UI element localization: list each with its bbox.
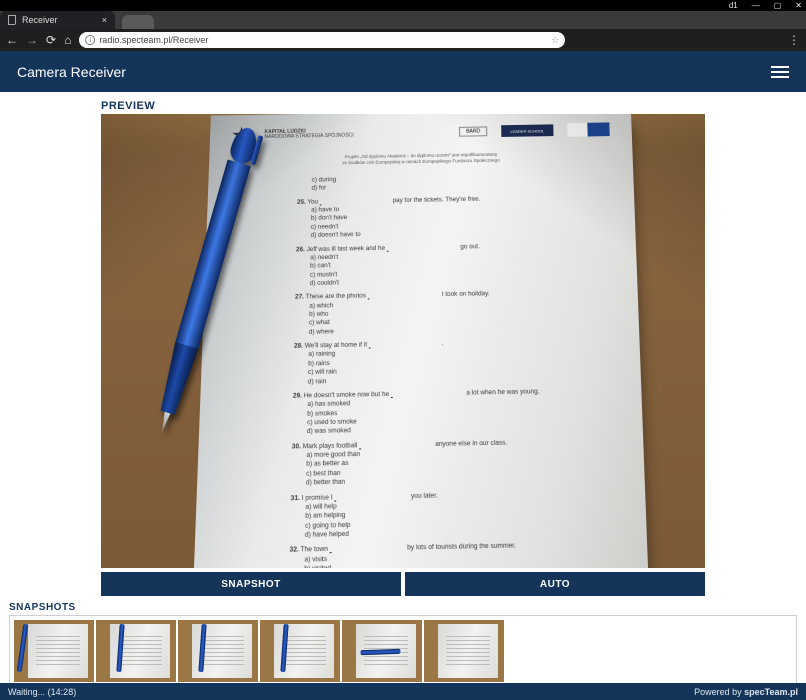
question-list: c) duringd) for25. You pay for the ticke…: [288, 172, 605, 568]
snapshot-button[interactable]: SNAPSHOT: [101, 572, 401, 596]
preview-label: PREVIEW: [101, 98, 705, 114]
logo-text-1-sub: NARODOWA STRATEGIA SPÓJNOŚCI: [264, 134, 353, 140]
snapshots-strip[interactable]: [9, 615, 797, 685]
workspace: PREVIEW KAPITAŁ LUDZKI NARODOWA STRATEGI…: [0, 92, 806, 685]
url-bar[interactable]: i radio.specteam.pl/Receiver ☆: [79, 32, 565, 48]
browser-toolbar: ← → ⟳ ⌂ i radio.specteam.pl/Receiver ☆ ⋮: [0, 29, 806, 51]
app-title: Camera Receiver: [17, 64, 126, 80]
question: 28. We'll stay at home if it .a) raining…: [293, 337, 599, 387]
status-text: Waiting... (14:28): [8, 687, 76, 697]
question: c) duringd) for: [297, 172, 593, 194]
question: 31. I promise I you later.a) will helpb)…: [290, 488, 604, 540]
browser-menu-button[interactable]: ⋮: [788, 33, 800, 47]
os-titlebar: d1 — ▢ ✕: [0, 0, 806, 11]
os-minimize-button[interactable]: —: [752, 2, 760, 10]
brand-link[interactable]: specTeam.pl: [744, 687, 798, 697]
nav-forward-button[interactable]: →: [26, 33, 38, 47]
question: 27. These are the photos I took on holid…: [294, 289, 598, 338]
os-account-icon: d1: [729, 2, 738, 10]
camera-preview: KAPITAŁ LUDZKI NARODOWA STRATEGIA SPÓJNO…: [101, 114, 705, 568]
browser-tabstrip: Receiver ×: [0, 11, 806, 29]
leader-school-logo: LEADER SCHOOL: [501, 124, 553, 137]
paper-subtitle: Projekt „Od dyplomu Akademii – do dyplom…: [209, 149, 633, 168]
snapshot-thumbnail[interactable]: [14, 620, 94, 682]
nav-back-button[interactable]: ←: [6, 33, 18, 47]
snapshot-thumbnail[interactable]: [424, 620, 504, 682]
question: 32. The town by lots of tourists during …: [289, 541, 606, 568]
auto-button[interactable]: AUTO: [405, 572, 705, 596]
browser-tab-active[interactable]: Receiver ×: [0, 11, 115, 29]
nav-home-button[interactable]: ⌂: [64, 33, 71, 47]
document-paper: KAPITAŁ LUDZKI NARODOWA STRATEGIA SPÓJNO…: [190, 114, 651, 568]
question: 26. Jeff was ill last week and he go out…: [295, 241, 596, 289]
question: 25. You pay for the tickets. They're fre…: [296, 193, 594, 240]
os-maximize-button[interactable]: ▢: [774, 2, 782, 10]
question: 30. Mark plays football anyone else in o…: [291, 437, 602, 488]
url-text: radio.specteam.pl/Receiver: [99, 35, 208, 45]
snapshot-thumbnail[interactable]: [260, 620, 340, 682]
bookmark-star-icon[interactable]: ☆: [551, 35, 559, 46]
snapshot-thumbnail[interactable]: [96, 620, 176, 682]
status-bar: Waiting... (14:28) Powered by specTeam.p…: [0, 683, 806, 700]
browser-tab-inactive[interactable]: [122, 15, 154, 29]
snapshots-label: SNAPSHOTS: [0, 596, 806, 615]
question: 29. He doesn't smoke now but he a lot wh…: [292, 387, 601, 437]
logo-text-2: BARD: [459, 126, 487, 136]
powered-by: Powered by specTeam.pl: [694, 687, 798, 697]
os-close-button[interactable]: ✕: [795, 2, 802, 10]
file-icon: [8, 15, 16, 25]
tab-title: Receiver: [22, 15, 58, 25]
menu-hamburger-button[interactable]: [771, 66, 789, 78]
app-header: Camera Receiver: [0, 51, 806, 92]
site-info-icon[interactable]: i: [85, 35, 95, 45]
tab-close-button[interactable]: ×: [102, 15, 107, 25]
nav-reload-button[interactable]: ⟳: [46, 33, 56, 47]
action-button-row: SNAPSHOT AUTO: [101, 572, 705, 596]
eu-flag-icon: [567, 122, 610, 136]
snapshot-thumbnail[interactable]: [178, 620, 258, 682]
snapshot-thumbnail[interactable]: [342, 620, 422, 682]
